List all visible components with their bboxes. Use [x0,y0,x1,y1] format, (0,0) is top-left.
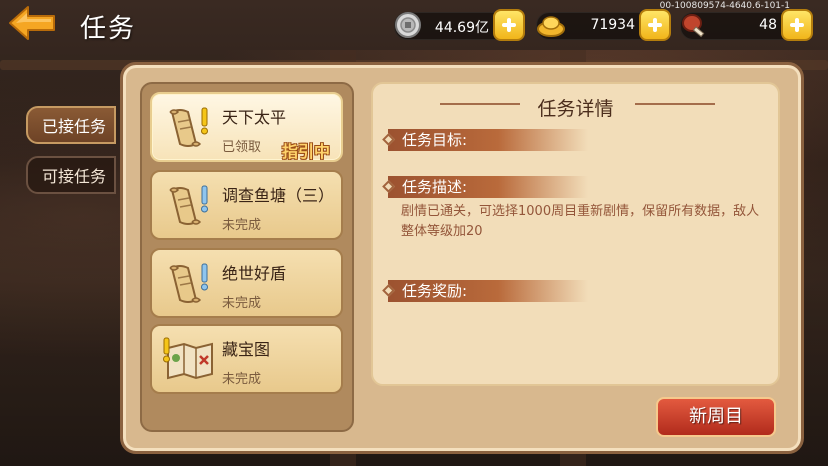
detail-title: 任务详情 [537,98,614,120]
quest-card-cangbaotu[interactable]: 藏宝图 未完成 [150,324,343,394]
game-screen: 任务 00-100809574-4640.6-101-1 44.69亿 7193… [0,0,828,466]
back-button[interactable] [8,4,58,42]
silver-resource: 44.69亿 [394,9,525,41]
quest-status: 未完成 [222,372,262,387]
quest-title: 天下太平 [222,108,287,127]
tab-accepted-quests[interactable]: 已接任务 [26,106,116,144]
description-label: 任务描述: [388,176,588,198]
treasure-map-icon [163,337,213,380]
food-resource: 48 [680,9,813,41]
scroll-exclaim-icon [169,263,208,303]
gold-resource: 71934 [536,9,671,41]
quest-title: 调查鱼塘（三） [222,186,335,205]
gold-ingot-icon [537,16,565,37]
add-gold-button[interactable] [639,9,671,41]
meat-drumstick-icon [682,14,705,38]
guide-badge: 指引中 [282,142,331,161]
quest-card-jueshihaodun[interactable]: 绝世好盾 未完成 [150,248,343,318]
quest-title: 藏宝图 [222,340,271,359]
quest-description: 剧情已通关，可选择1000周目重新剧情，保留所有数据，敌人整体等级加20 [401,204,760,239]
gold-value: 71934 [590,17,635,33]
add-food-button[interactable] [781,9,813,41]
back-arrow-icon [9,6,55,40]
food-value: 48 [759,17,777,33]
new-round-button[interactable]: 新周目 [656,397,776,437]
silver-coin-icon [395,12,421,38]
add-silver-button[interactable] [493,9,525,41]
scroll-exclaim-icon [169,185,208,225]
quest-title: 绝世好盾 [222,264,287,283]
page-title: 任务 [80,14,137,44]
silver-value: 44.69亿 [434,20,489,36]
quest-status: 未完成 [222,296,262,311]
quest-card-diaochayutang[interactable]: 调查鱼塘（三） 未完成 [150,170,343,240]
scroll-exclaim-icon [169,107,208,147]
quest-status: 未完成 [222,218,262,233]
tab-available-quests[interactable]: 可接任务 [26,156,116,194]
goal-label: 任务目标: [388,129,588,151]
reward-label: 任务奖励: [388,280,588,302]
quest-status: 已领取 [222,140,262,155]
